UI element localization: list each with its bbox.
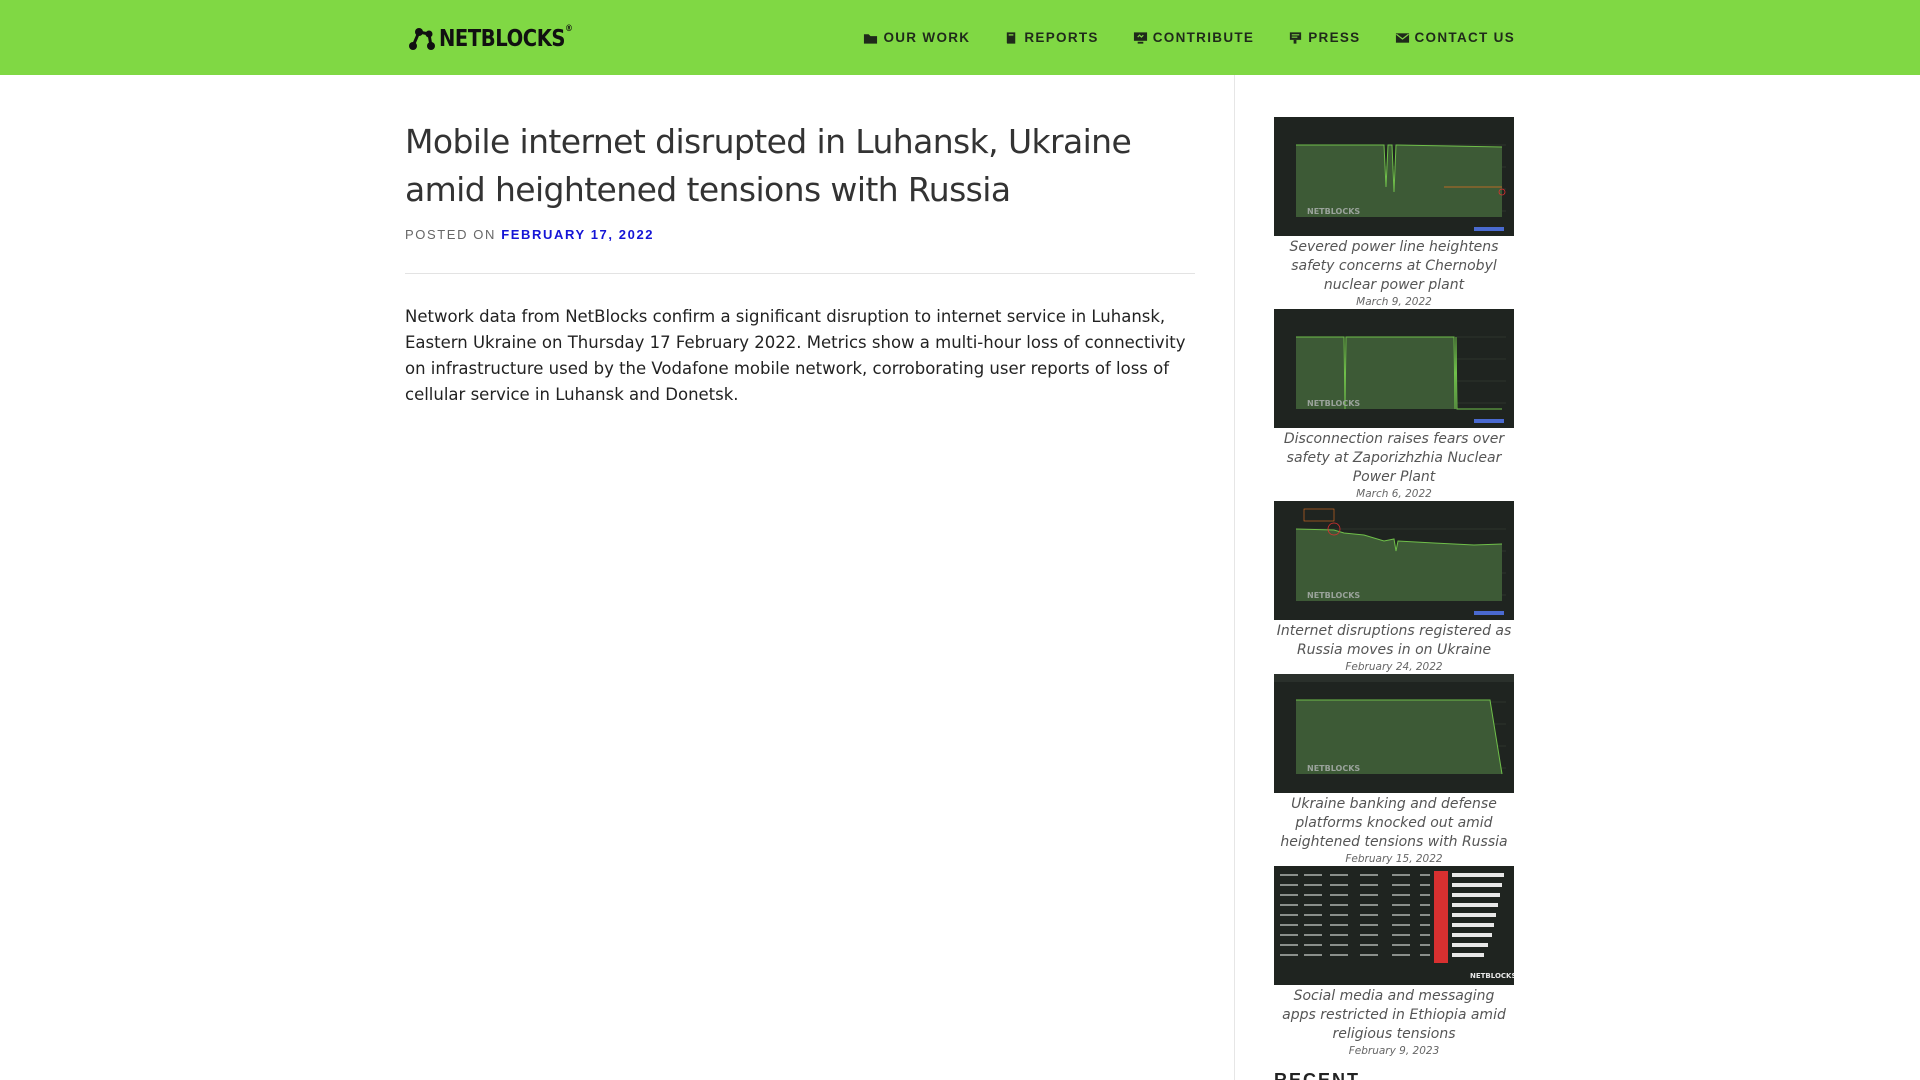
post-title-link[interactable]: Internet disruptions registered as Russi… [1274,620,1514,660]
post-date: March 9, 2022 [1356,296,1432,308]
recent-heading: RECENT [1274,1070,1361,1080]
svg-text:NETBLOCKS: NETBLOCKS [1307,591,1360,600]
post-date-link[interactable]: FEBRUARY 17, 2022 [501,227,654,242]
article-body: Network data from NetBlocks confirm a si… [405,307,1186,404]
sidebar-post: NETBLOCKS Disconnection raises fears ove… [1274,309,1514,501]
sidebar-post: NETBLOCKS Severed power line heightens s… [1274,117,1514,309]
svg-text:NETBLOCKS: NETBLOCKS [1470,972,1514,980]
svg-text:NETBLOCKS: NETBLOCKS [1307,207,1360,216]
sidebar-divider [1234,75,1235,1080]
posted-on-label: POSTED ON [405,227,496,242]
sidebar: NETBLOCKS Severed power line heightens s… [1274,117,1514,1058]
netblocks-logo[interactable]: NETBLOCKS® [407,24,596,54]
nav-label: CONTACT US [1414,30,1515,45]
post-title-link[interactable]: Ukraine banking and defense platforms kn… [1274,793,1514,852]
post-thumbnail[interactable]: NETBLOCKS [1274,117,1514,236]
megaphone-icon [1290,31,1302,44]
nav-our-work[interactable]: OUR WORK [863,30,970,45]
post-thumbnail[interactable]: NETBLOCKS [1274,501,1514,620]
monitor-icon [1133,31,1147,44]
post-thumbnail[interactable]: NETBLOCKS [1274,866,1514,985]
book-icon [1007,31,1016,44]
post-thumbnail[interactable]: NETBLOCKS [1274,674,1514,793]
post-date: February 9, 2023 [1348,1045,1440,1057]
network-nodes-icon [407,24,437,54]
folder-icon [864,33,878,44]
nav-label: PRESS [1308,30,1361,45]
mail-icon [1395,32,1409,43]
site-header: NETBLOCKS® OUR WORK REPORTS CONTRIBUTE P… [0,0,1920,75]
nav-label: REPORTS [1024,30,1099,45]
article-title: Mobile internet disrupted in Luhansk, Uk… [405,122,1132,209]
post-date: February 15, 2022 [1345,853,1443,865]
article: Mobile internet disrupted in Luhansk, Uk… [405,75,1195,408]
post-title-link[interactable]: Disconnection raises fears over safety a… [1274,428,1514,487]
nav-press[interactable]: PRESS [1288,30,1360,45]
post-title-link[interactable]: Social media and messaging apps restrict… [1274,985,1514,1044]
main-nav: OUR WORK REPORTS CONTRIBUTE PRESS CONTAC… [863,0,1515,75]
sidebar-post: NETBLOCKS Social media and messaging app… [1274,866,1514,1058]
post-thumbnail[interactable]: NETBLOCKS [1274,309,1514,428]
nav-reports[interactable]: REPORTS [1004,30,1098,45]
nav-label: OUR WORK [883,30,971,45]
nav-contact-us[interactable]: CONTACT US [1395,30,1516,45]
post-meta: POSTED ON FEBRUARY 17, 2022 [405,227,1195,242]
svg-text:NETBLOCKS: NETBLOCKS [1307,764,1360,773]
svg-text:NETBLOCKS: NETBLOCKS [1307,399,1360,408]
logo-text: NETBLOCKS® [439,24,573,52]
post-date: March 6, 2022 [1356,488,1432,500]
nav-label: CONTRIBUTE [1152,30,1255,45]
divider [405,273,1195,274]
sidebar-post: NETBLOCKS Ukraine banking and defense pl… [1274,674,1514,866]
sidebar-post: NETBLOCKS Internet disruptions registere… [1274,501,1514,674]
nav-contribute[interactable]: CONTRIBUTE [1133,30,1255,45]
post-date: February 24, 2022 [1345,661,1443,673]
post-title-link[interactable]: Severed power line heightens safety conc… [1274,236,1514,295]
